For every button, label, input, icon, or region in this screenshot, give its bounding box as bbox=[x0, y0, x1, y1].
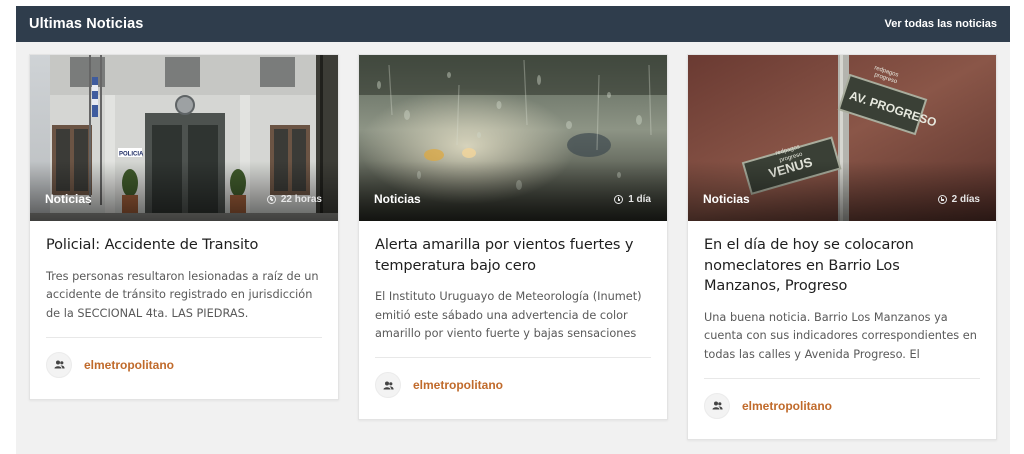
category-label[interactable]: Noticias bbox=[374, 192, 421, 206]
time-ago-text: 22 horas bbox=[280, 194, 322, 205]
news-title[interactable]: Alerta amarilla por vientos fuertes y te… bbox=[375, 235, 651, 276]
news-excerpt: Tres personas resultaron lesionadas a ra… bbox=[46, 268, 322, 338]
news-card[interactable]: Noticias 1 día Alerta amarilla por vient… bbox=[358, 54, 668, 420]
image-gradient-overlay bbox=[359, 161, 667, 221]
news-card-image[interactable]: AV. PROGRESO redpagos progreso VENUS red… bbox=[688, 55, 996, 221]
news-card-image[interactable]: POLICIA Noticias 22 horas bbox=[30, 55, 338, 221]
author-row: elmetropolitano bbox=[704, 379, 980, 419]
news-card-image[interactable]: Noticias 1 día bbox=[359, 55, 667, 221]
news-excerpt: Una buena noticia. Barrio Los Manzanos y… bbox=[704, 309, 980, 379]
section-header: Ultimas Noticias Ver todas las noticias bbox=[16, 6, 1010, 42]
news-excerpt: El Instituto Uruguayo de Meteorología (I… bbox=[375, 288, 651, 359]
card-body: Policial: Accidente de Transito Tres per… bbox=[30, 221, 338, 378]
svg-text:POLICIA: POLICIA bbox=[119, 152, 144, 158]
image-gradient-overlay bbox=[688, 161, 996, 221]
users-icon bbox=[46, 351, 72, 378]
card-body: En el día de hoy se colocaron nomeclator… bbox=[688, 221, 996, 419]
category-label[interactable]: Noticias bbox=[703, 192, 750, 206]
time-ago: 2 días bbox=[937, 194, 980, 205]
time-ago-text: 2 días bbox=[951, 194, 980, 205]
clock-icon bbox=[937, 195, 947, 204]
time-ago: 1 día bbox=[614, 194, 651, 205]
author-link[interactable]: elmetropolitano bbox=[84, 358, 174, 372]
view-all-news-link[interactable]: Ver todas las noticias bbox=[885, 18, 998, 30]
image-gradient-overlay bbox=[30, 161, 338, 221]
news-title[interactable]: Policial: Accidente de Transito bbox=[46, 235, 322, 256]
time-ago: 22 horas bbox=[266, 194, 322, 205]
clock-icon bbox=[266, 195, 276, 204]
latest-news-section: Ultimas Noticias Ver todas las noticias bbox=[16, 6, 1010, 454]
card-body: Alerta amarilla por vientos fuertes y te… bbox=[359, 221, 667, 399]
author-row: elmetropolitano bbox=[375, 358, 651, 399]
clock-icon bbox=[614, 195, 624, 204]
author-row: elmetropolitano bbox=[46, 338, 322, 378]
news-title[interactable]: En el día de hoy se colocaron nomeclator… bbox=[704, 235, 980, 297]
users-icon bbox=[704, 392, 730, 419]
category-label[interactable]: Noticias bbox=[45, 192, 92, 206]
news-card[interactable]: AV. PROGRESO redpagos progreso VENUS red… bbox=[687, 54, 997, 440]
time-ago-text: 1 día bbox=[628, 194, 651, 205]
author-link[interactable]: elmetropolitano bbox=[742, 399, 832, 413]
news-card[interactable]: POLICIA Noticias 22 horas Policial: Acci… bbox=[29, 54, 339, 400]
author-link[interactable]: elmetropolitano bbox=[413, 378, 503, 392]
section-title: Ultimas Noticias bbox=[29, 16, 144, 32]
users-icon bbox=[375, 372, 401, 399]
